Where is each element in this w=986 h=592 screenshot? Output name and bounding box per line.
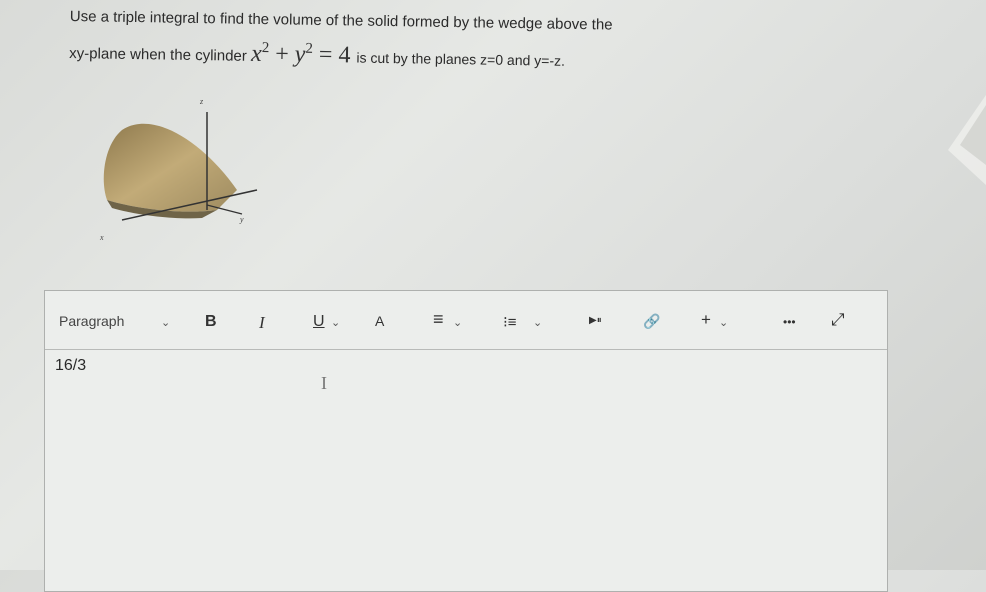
text-cursor-icon: I — [321, 373, 327, 393]
question-line-2-suffix: is cut by the planes z=0 and y=-z. — [356, 49, 566, 69]
wedge-figure: z y x — [99, 97, 258, 242]
editor-content[interactable]: 16/3 — [55, 357, 86, 375]
editor-toolbar: Paragraph ⌄ B I U ⌄ A ≡ ⌄ ⁝≡ ⌄ ▶⏸ 🔗 + ⌄ … — [45, 291, 887, 350]
z-axis-label: z — [199, 97, 204, 106]
text-color-button[interactable]: A — [375, 313, 384, 329]
bold-button[interactable]: B — [205, 313, 217, 331]
chevron-down-icon[interactable]: ⌄ — [161, 316, 170, 329]
insert-button[interactable]: + — [701, 310, 711, 330]
x-axis-label: x — [99, 233, 104, 242]
cylinder-equation: x2 + y2 = 4 — [250, 40, 351, 69]
chevron-down-icon[interactable]: ⌄ — [719, 316, 728, 329]
question-line-2: xy-plane when the cylinder x2 + y2 = 4 i… — [69, 34, 829, 77]
question-line-2-prefix: xy-plane when the cylinder — [69, 44, 247, 65]
media-icon[interactable]: ▶⏸ — [589, 315, 602, 326]
chevron-down-icon[interactable]: ⌄ — [533, 316, 542, 329]
underline-button[interactable]: U — [313, 313, 325, 331]
answer-editor[interactable]: Paragraph ⌄ B I U ⌄ A ≡ ⌄ ⁝≡ ⌄ ▶⏸ 🔗 + ⌄ … — [44, 290, 888, 592]
page-corner-shape — [948, 95, 986, 185]
italic-button[interactable]: I — [259, 313, 265, 333]
paragraph-format-select[interactable]: Paragraph — [59, 313, 124, 329]
align-icon[interactable]: ≡ — [433, 309, 444, 330]
chevron-down-icon[interactable]: ⌄ — [331, 316, 340, 329]
fullscreen-icon[interactable]: ⤢ — [831, 310, 845, 330]
link-icon[interactable]: 🔗 — [643, 313, 660, 330]
more-options-icon[interactable]: ••• — [783, 315, 796, 329]
chevron-down-icon[interactable]: ⌄ — [453, 316, 462, 329]
question-text: Use a triple integral to find the volume… — [69, 6, 830, 77]
y-axis-label: y — [239, 215, 244, 224]
list-icon[interactable]: ⁝≡ — [503, 313, 517, 331]
